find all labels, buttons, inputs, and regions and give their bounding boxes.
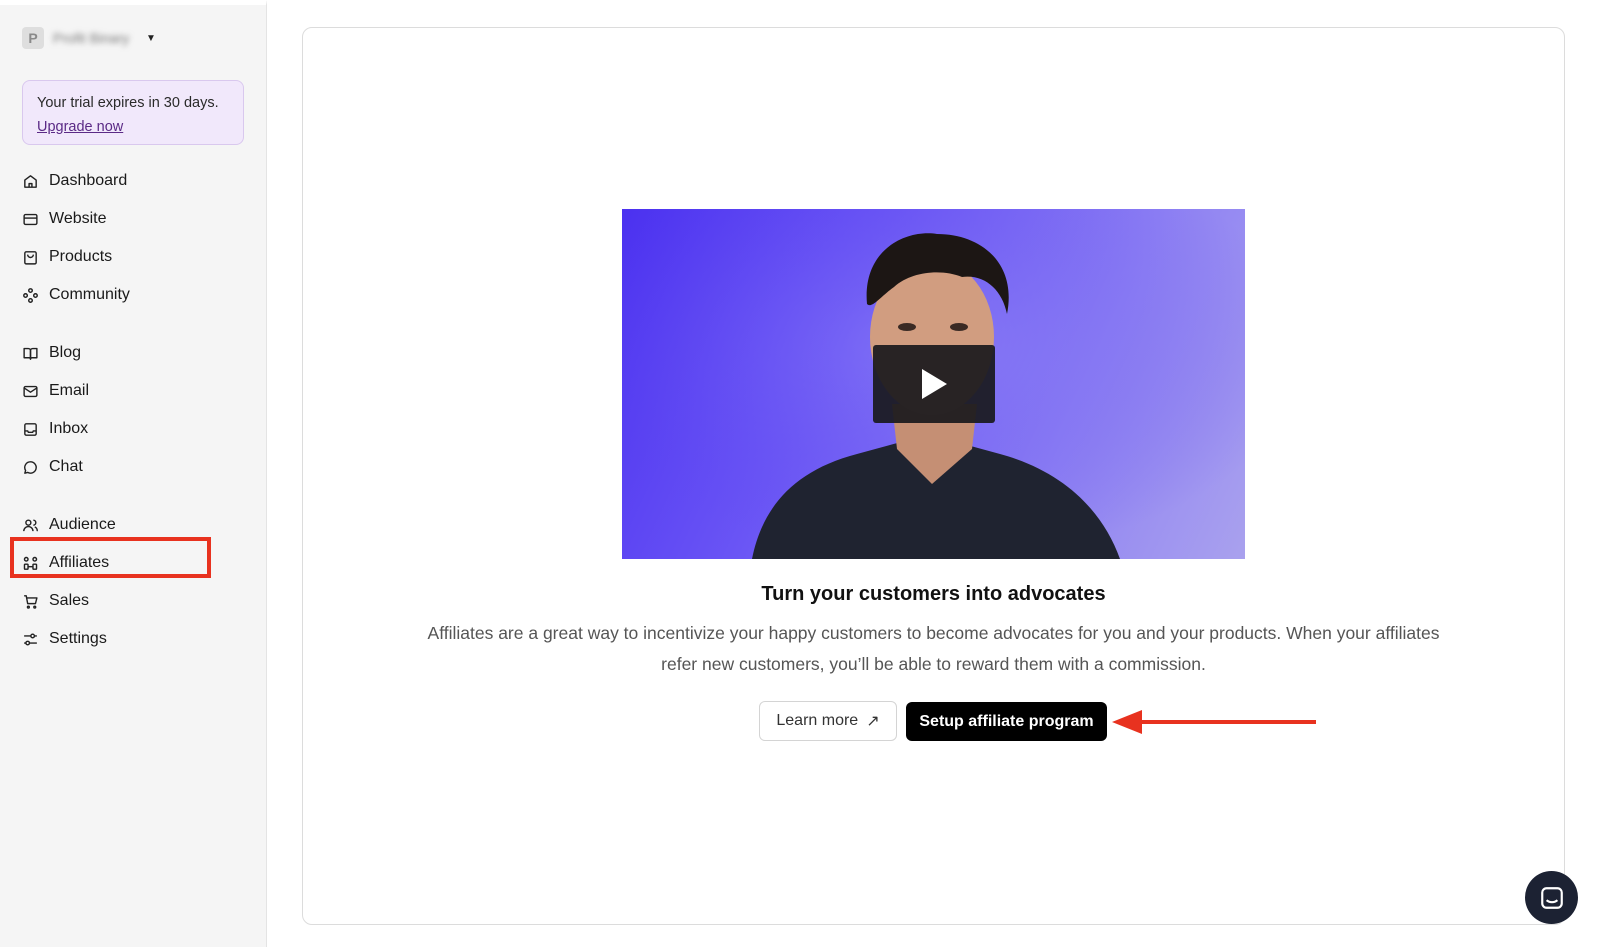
sidebar-item-website[interactable]: Website	[22, 200, 130, 238]
users-icon	[23, 518, 38, 531]
sidebar-item-label: Email	[49, 382, 90, 399]
sidebar-item-label: Dashboard	[49, 172, 128, 189]
setup-button-label: Setup affiliate program	[919, 712, 1094, 730]
workspace-avatar: P	[22, 27, 44, 49]
sidebar-item-sales[interactable]: Sales	[22, 582, 116, 620]
nav-group-main: Dashboard Website Products Community	[22, 162, 130, 314]
support-chat-launcher[interactable]	[1525, 871, 1578, 924]
bag-icon	[24, 250, 37, 265]
chat-icon	[24, 460, 37, 474]
nav-group-content: Blog Email Inbox Chat	[22, 334, 89, 486]
sidebar: P Profit Binary ▼ Your trial expires in …	[0, 0, 267, 947]
sidebar-item-products[interactable]: Products	[22, 238, 130, 276]
learn-more-button[interactable]: Learn more ↗	[759, 701, 897, 741]
setup-affiliate-program-button[interactable]: Setup affiliate program	[906, 702, 1107, 741]
sidebar-item-label: Inbox	[49, 420, 89, 437]
annotation-arrow-icon	[1112, 710, 1316, 734]
trial-text: Your trial expires in 30 days.	[37, 95, 219, 111]
learn-more-label: Learn more	[776, 712, 859, 729]
play-icon	[922, 369, 947, 399]
sidebar-item-label: Sales	[49, 592, 90, 609]
nav-group-business: Audience Affiliates Sales Settings	[22, 506, 116, 658]
caret-down-icon: ▼	[146, 32, 156, 44]
sidebar-item-label: Settings	[49, 630, 107, 647]
workspace-switcher[interactable]: P Profit Binary ▼	[22, 27, 156, 49]
sidebar-item-label: Community	[49, 286, 130, 303]
external-link-icon: ↗	[866, 713, 880, 730]
home-icon	[24, 174, 37, 188]
upgrade-link[interactable]: Upgrade now	[37, 119, 123, 135]
sidebar-item-dashboard[interactable]: Dashboard	[22, 162, 130, 200]
sidebar-item-label: Blog	[49, 344, 82, 361]
chat-launcher-icon	[1540, 886, 1563, 909]
page-description: Affiliates are a great way to incentiviz…	[427, 623, 1440, 674]
sidebar-item-label: Chat	[49, 458, 83, 475]
sidebar-item-label: Website	[49, 210, 107, 227]
sidebar-item-community[interactable]: Community	[22, 276, 130, 314]
page-headline: Turn your customers into advocates	[761, 583, 1106, 605]
sidebar-item-settings[interactable]: Settings	[22, 620, 116, 658]
sidebar-item-chat[interactable]: Chat	[22, 448, 89, 486]
book-icon	[23, 347, 38, 360]
sliders-icon	[24, 632, 37, 646]
sidebar-item-blog[interactable]: Blog	[22, 334, 89, 372]
app-window: P Profit Binary ▼ Your trial expires in …	[0, 0, 1600, 947]
play-button[interactable]	[873, 345, 995, 423]
sidebar-item-inbox[interactable]: Inbox	[22, 410, 89, 448]
mail-icon	[23, 385, 38, 397]
trial-banner: Your trial expires in 30 days. Upgrade n…	[22, 80, 244, 145]
community-icon	[23, 287, 38, 303]
sidebar-item-label: Audience	[49, 516, 116, 533]
inbox-icon	[24, 422, 37, 436]
workspace-name: Profit Binary	[53, 30, 130, 46]
sidebar-item-label: Products	[49, 248, 113, 265]
sidebar-item-email[interactable]: Email	[22, 372, 89, 410]
browser-icon	[23, 213, 38, 225]
affiliates-highlight-box	[10, 537, 211, 578]
cart-icon	[24, 594, 38, 609]
